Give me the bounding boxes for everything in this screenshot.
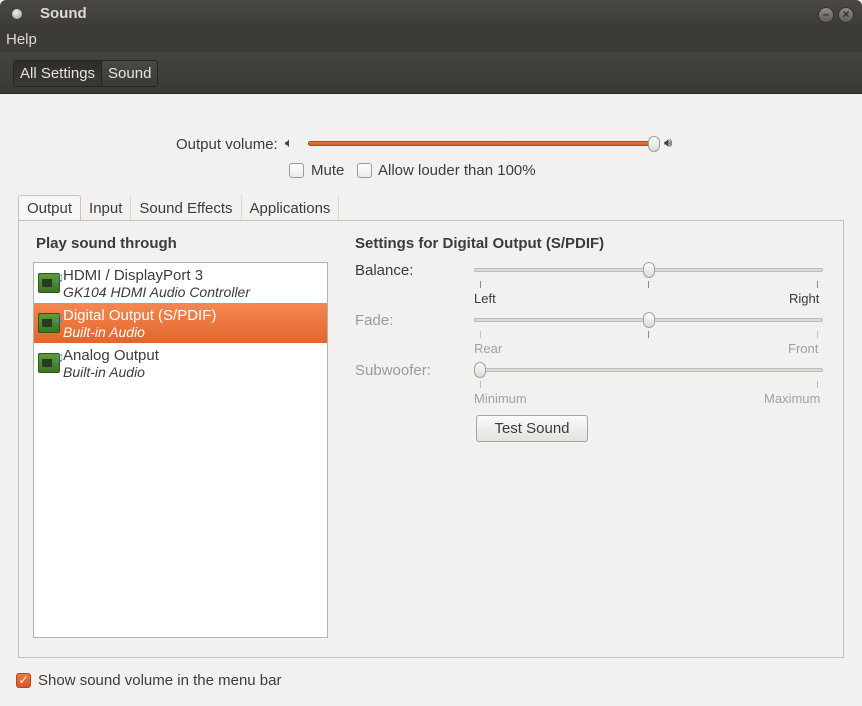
output-device-list: ♫ HDMI / DisplayPort 3 GK104 HDMI Audio … [33,262,328,638]
show-volume-label: Show sound volume in the menu bar [38,672,282,689]
window-title: Sound [40,5,87,22]
breadcrumb-all-settings[interactable]: All Settings [14,61,103,86]
device-description: Built-in Audio [63,364,145,380]
sound-card-icon: ♫ [38,269,64,293]
device-name: Digital Output (S/PDIF) [63,307,217,324]
device-name: Analog Output [63,347,159,364]
list-item[interactable]: ♫ Digital Output (S/PDIF) Built-in Audio [34,303,327,343]
balance-right-label: Right [789,291,820,306]
fade-front-label: Front [788,341,819,356]
tab-applications[interactable]: Applications [242,195,340,221]
minimize-button[interactable]: – [818,7,834,23]
speaker-low-icon: 🔈︎ [285,135,293,150]
subwoofer-tick-right [817,381,818,388]
output-volume-fill [308,141,652,146]
show-volume-checkbox[interactable]: ✓ [16,673,31,688]
window-menu-icon[interactable] [12,9,22,19]
balance-label: Balance: [355,262,414,279]
balance-left-label: Left [474,291,496,306]
fade-tick-left [480,331,481,338]
device-name: HDMI / DisplayPort 3 [63,267,204,284]
subwoofer-maximum-label: Maximum [764,391,821,406]
output-volume-label: Output volume: [176,136,278,153]
subwoofer-slider-track [474,368,823,372]
balance-tick-right [817,281,818,288]
device-description: GK104 HDMI Audio Controller [63,284,251,300]
breadcrumb: All Settings Sound [13,60,159,87]
mute-checkbox[interactable] [289,163,304,178]
close-button[interactable]: × [838,7,854,23]
output-volume-slider-handle[interactable] [648,136,660,152]
list-item[interactable]: ♫ HDMI / DisplayPort 3 GK104 HDMI Audio … [34,263,327,303]
play-sound-through-heading: Play sound through [36,235,177,252]
allow-louder-label: Allow louder than 100% [378,162,536,179]
balance-tick-left [480,281,481,288]
subwoofer-minimum-label: Minimum [474,391,527,406]
toolbar: All Settings Sound [0,52,862,94]
allow-louder-checkbox[interactable] [357,163,372,178]
fade-tick-right [817,331,818,338]
menu-help[interactable]: Help [6,31,37,48]
list-item[interactable]: ♫ Analog Output Built-in Audio [34,343,327,383]
mute-label: Mute [311,162,345,179]
menu-bar: Help [0,28,862,52]
balance-tick-center [648,281,649,288]
balance-slider-handle[interactable] [643,262,655,278]
settings-heading: Settings for Digital Output (S/PDIF) [355,235,605,252]
subwoofer-tick-left [480,381,481,388]
fade-rear-label: Rear [474,341,503,356]
tab-input[interactable]: Input [81,195,132,221]
breadcrumb-sound[interactable]: Sound [102,61,158,86]
fade-label: Fade: [355,312,394,329]
subwoofer-label: Subwoofer: [355,362,431,379]
device-description: Built-in Audio [63,324,145,340]
subwoofer-slider-handle [474,362,486,378]
tab-sound-effects[interactable]: Sound Effects [131,195,242,221]
speaker-high-icon: 🔊︎ [664,135,673,150]
tab-bar: Output Input Sound Effects Applications [18,195,340,222]
fade-tick-center [648,331,649,338]
sound-card-icon: ♫ [38,309,64,333]
test-sound-button[interactable]: Test Sound [476,415,588,442]
title-bar: Sound – × [0,0,862,28]
sound-card-icon: ♫ [38,349,64,373]
fade-slider-handle [643,312,655,328]
tab-output[interactable]: Output [18,195,82,222]
